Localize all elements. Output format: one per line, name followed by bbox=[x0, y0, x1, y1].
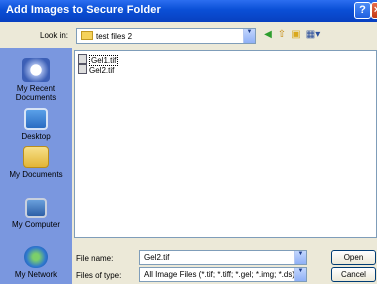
file-type-value: All Image Files (*.tif; *.tiff; *.gel; *… bbox=[144, 270, 296, 279]
close-button[interactable]: × bbox=[371, 2, 377, 19]
cancel-button[interactable]: Cancel bbox=[331, 267, 376, 282]
folder-icon bbox=[81, 31, 93, 40]
place-my-documents[interactable]: My Documents bbox=[0, 146, 72, 179]
chevron-down-icon: ▼ bbox=[243, 29, 255, 43]
place-my-network[interactable]: My Network bbox=[0, 246, 72, 279]
list-item[interactable]: Gel1.tif bbox=[78, 54, 119, 66]
look-in-dropdown[interactable]: test files 2 ▼ bbox=[76, 28, 256, 44]
place-label: Desktop bbox=[21, 132, 51, 141]
window-title: Add Images to Secure Folder bbox=[6, 4, 161, 16]
look-in-label: Look in: bbox=[40, 31, 69, 40]
views-menu-icon[interactable]: ▦▾ bbox=[304, 29, 322, 41]
new-folder-icon[interactable]: ▣ bbox=[290, 29, 302, 41]
up-folder-icon[interactable]: ⇧ bbox=[276, 29, 288, 41]
title-bar: Add Images to Secure Folder ? × bbox=[0, 0, 377, 22]
chevron-down-icon: ▼ bbox=[294, 251, 306, 264]
place-desktop[interactable]: Desktop bbox=[0, 108, 72, 141]
my-documents-icon bbox=[23, 146, 49, 168]
file-type-label: Files of type: bbox=[76, 271, 122, 280]
recent-documents-icon bbox=[22, 58, 50, 82]
file-name-value: Gel2.tif bbox=[144, 253, 170, 262]
image-file-icon bbox=[78, 64, 87, 74]
file-name-input[interactable]: Gel2.tif ▼ bbox=[139, 250, 307, 265]
place-label: My Recent Documents bbox=[15, 84, 57, 102]
file-list[interactable]: Gel1.tif Gel2.tif bbox=[74, 50, 377, 238]
back-icon[interactable]: ◀ bbox=[262, 29, 274, 41]
file-name-label: File name: bbox=[76, 254, 114, 263]
help-button[interactable]: ? bbox=[354, 2, 371, 19]
open-button[interactable]: Open bbox=[331, 250, 376, 265]
list-item[interactable]: Gel2.tif bbox=[78, 64, 115, 75]
file-type-dropdown[interactable]: All Image Files (*.tif; *.tiff; *.gel; *… bbox=[139, 267, 307, 282]
place-my-recent-documents[interactable]: My Recent Documents bbox=[0, 58, 72, 102]
place-label: My Documents bbox=[9, 170, 63, 179]
places-bar: My Recent Documents Desktop My Documents… bbox=[0, 48, 72, 284]
my-computer-icon bbox=[25, 198, 47, 218]
desktop-icon bbox=[24, 108, 48, 130]
chevron-down-icon: ▼ bbox=[294, 268, 306, 281]
place-label: My Network bbox=[14, 270, 58, 279]
place-my-computer[interactable]: My Computer bbox=[0, 198, 72, 229]
look-in-value: test files 2 bbox=[96, 32, 133, 41]
my-network-icon bbox=[24, 246, 48, 268]
place-label: My Computer bbox=[11, 220, 60, 229]
image-file-icon bbox=[78, 54, 87, 64]
file-name-text: Gel2.tif bbox=[89, 66, 115, 75]
